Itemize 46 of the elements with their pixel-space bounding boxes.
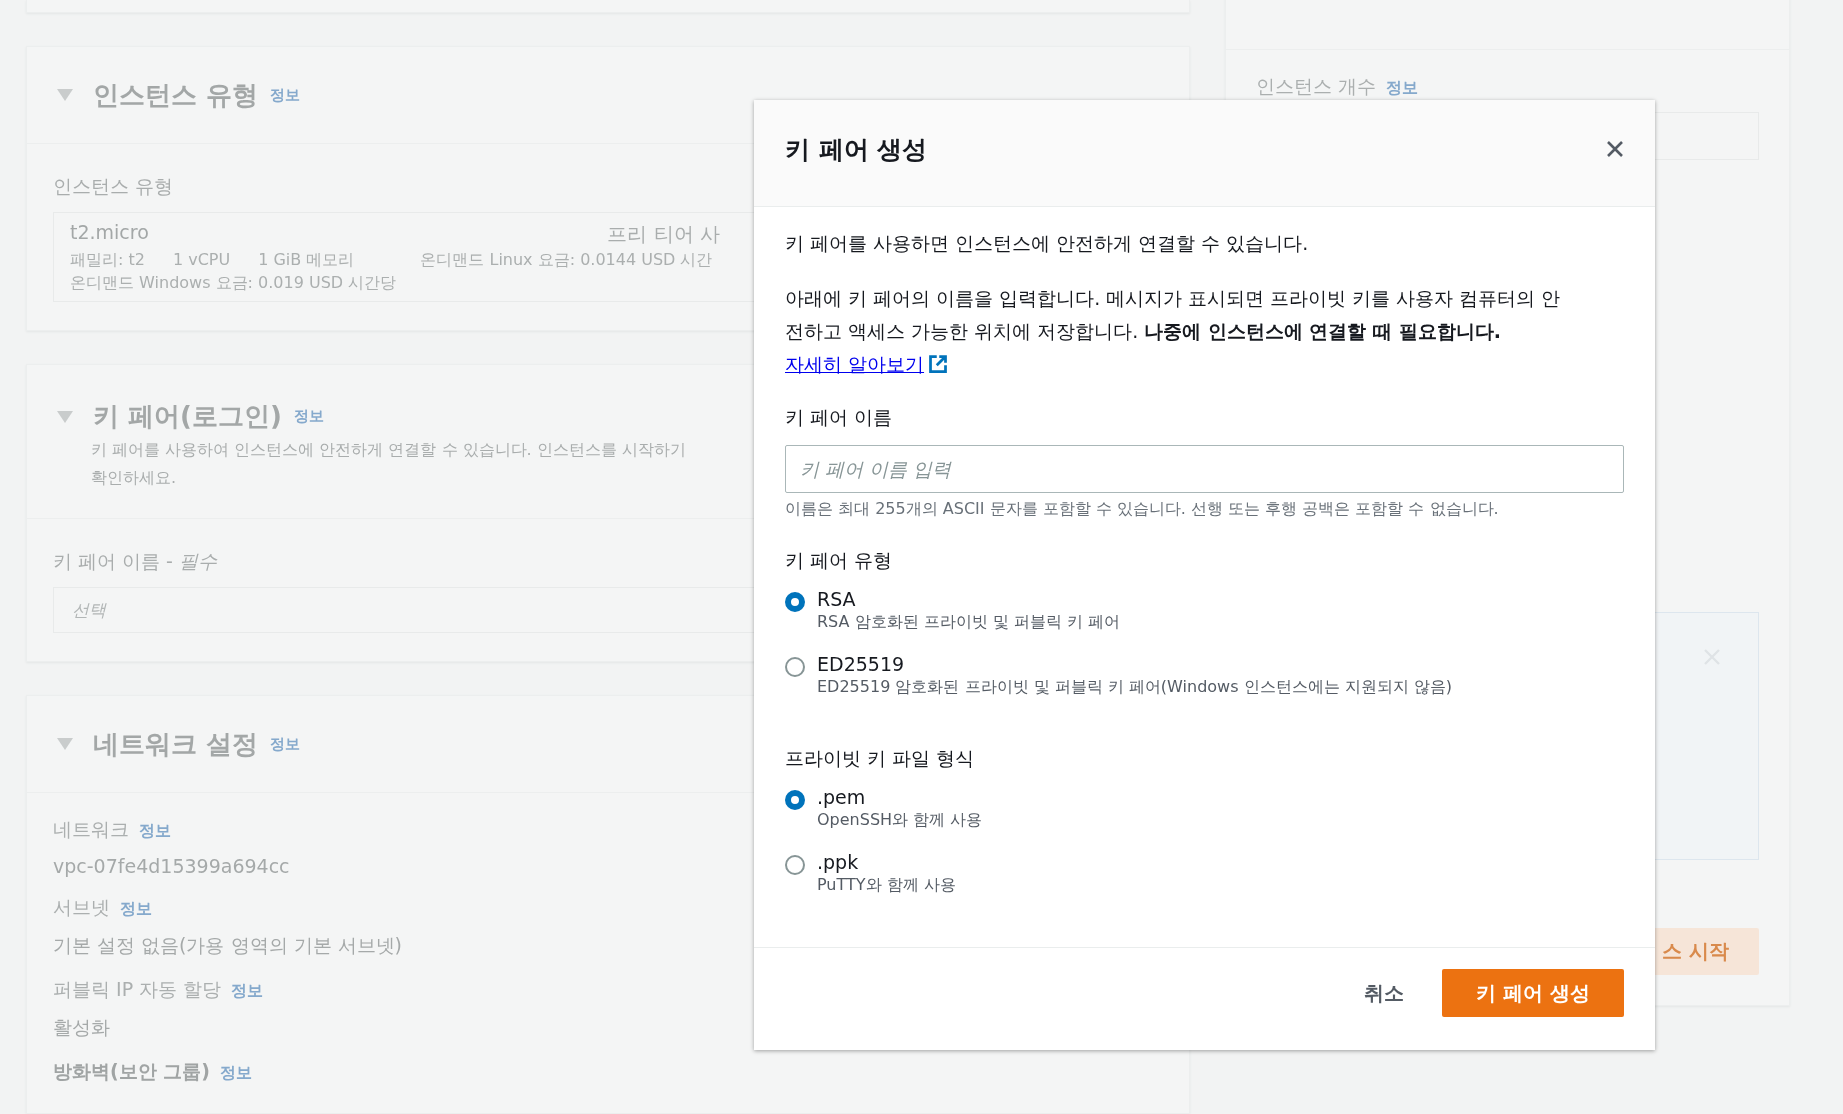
cancel-button[interactable]: 취소: [1364, 971, 1404, 1015]
section-description: 키 페어를 사용하여 인스턴스에 안전하게 연결할 수 있습니다. 인스턴스를 시작하기: [91, 439, 686, 461]
external-link-icon: [928, 354, 949, 374]
info-link[interactable]: 정보: [139, 821, 171, 842]
field-value: vpc-07fe4d15399a694cc: [53, 855, 290, 877]
field-label: 키 페어 유형: [785, 548, 894, 573]
field-label: 서브넷: [53, 895, 110, 920]
field-hint: 이름은 최대 255개의 ASCII 문자를 포함할 수 있습니다. 선행 또는 후행 공백은 포함할 수 없습니다.: [785, 499, 1500, 520]
info-link[interactable]: 정보: [1386, 78, 1419, 99]
key-pair-name-field[interactable]: 키 페어 이름 입력: [785, 445, 1624, 493]
radio-button[interactable]: [785, 657, 805, 677]
radio-button[interactable]: [785, 592, 805, 612]
field-label: 키 페어 이름 - 필수: [53, 549, 217, 574]
field-value: 기본 설정 없음(가용 영역의 기본 서브넷): [53, 933, 403, 958]
create-key-pair-button[interactable]: 키 페어 생성: [1442, 969, 1624, 1017]
close-icon[interactable]: [1605, 139, 1625, 159]
field-label: 네트워크: [53, 817, 129, 842]
learn-more-link[interactable]: 자세히 알아보기: [785, 353, 949, 375]
section-title: 키 페어(로그인): [93, 400, 282, 433]
radio-label[interactable]: .pem: [817, 786, 983, 808]
info-link[interactable]: 정보: [270, 85, 301, 105]
field-label: 프라이빗 키 파일 형식: [785, 746, 976, 771]
radio-description: ED25519 암호화된 프라이빗 및 퍼블릭 키 페어(Windows 인스턴스에는 지원되지 않음): [817, 677, 1452, 698]
info-link[interactable]: 정보: [231, 981, 264, 1002]
info-link[interactable]: 정보: [120, 899, 152, 920]
section-title: 인스턴스 유형: [93, 78, 259, 112]
section-description: 확인하세요.: [91, 467, 177, 489]
info-link[interactable]: 정보: [293, 407, 324, 426]
radio-label[interactable]: ED25519: [817, 653, 1452, 675]
field-label: 키 페어 이름: [785, 405, 894, 430]
section-title: 네트워크 설정: [93, 727, 259, 761]
info-link[interactable]: 정보: [220, 1063, 252, 1084]
field-value: 활성화: [53, 1015, 110, 1040]
radio-label[interactable]: RSA: [817, 588, 1121, 610]
field-label: 퍼블릭 IP 자동 할당: [53, 977, 222, 1002]
radio-description: PuTTY와 함께 사용: [817, 875, 956, 896]
radio-description: RSA 암호화된 프라이빗 및 퍼블릭 키 페어: [817, 612, 1121, 633]
radio-button[interactable]: [785, 855, 805, 875]
field-label: 인스턴스 개수: [1256, 74, 1377, 99]
radio-description: OpenSSH와 함께 사용: [817, 810, 983, 831]
info-link[interactable]: 정보: [270, 734, 301, 754]
field-label: 방화벽(보안 그룹): [53, 1059, 210, 1084]
field-label: 인스턴스 유형: [53, 174, 174, 199]
dialog-title: 키 페어 생성: [785, 133, 928, 166]
radio-label[interactable]: .ppk: [817, 851, 956, 873]
radio-button[interactable]: [785, 790, 805, 810]
